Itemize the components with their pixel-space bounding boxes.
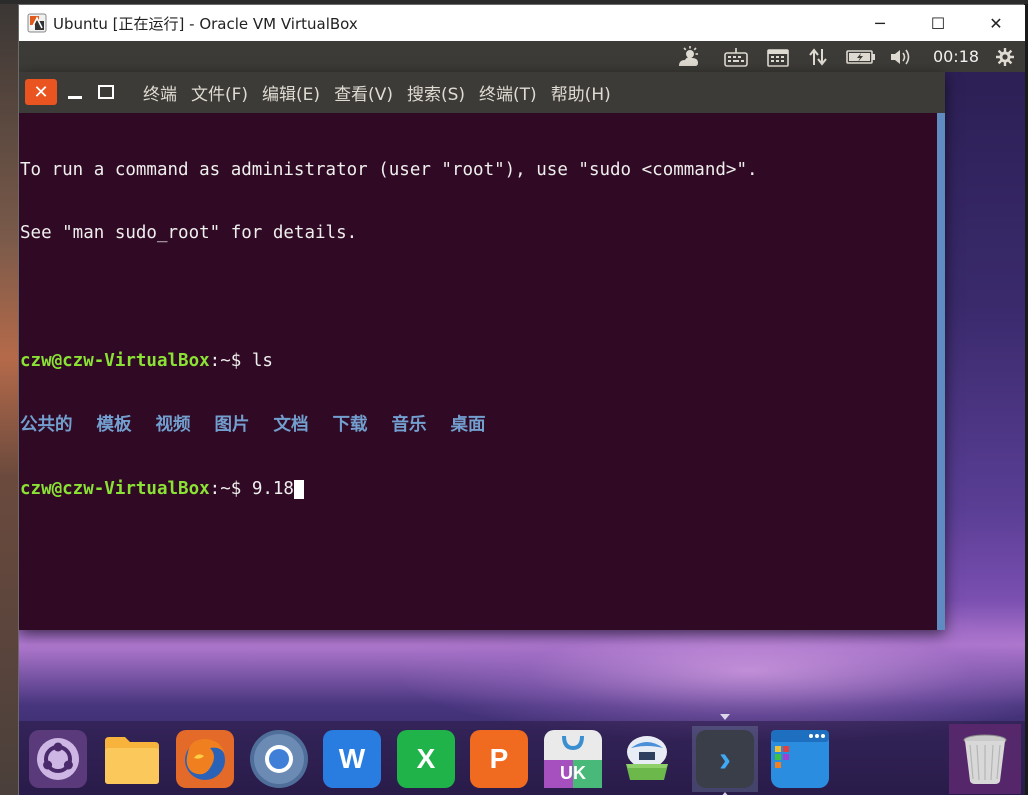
maximize-button[interactable]: ☐ [909,5,967,41]
text-cursor [293,480,304,500]
terminal-icon: › [696,730,754,788]
dock-item-wps-presentation[interactable]: P [466,726,532,792]
dock-item-software-updater[interactable] [614,726,680,792]
dock-item-workspace-switcher[interactable] [767,726,833,792]
network-icon[interactable] [803,41,833,72]
command-text: ls [251,351,273,372]
dock: W X P UK › [19,714,1025,795]
directory-entry: 视频 [155,415,191,436]
workspace-switcher-icon [771,730,829,788]
volume-icon[interactable] [885,41,919,72]
dock-item-wps-spreadsheets[interactable]: X [393,726,459,792]
ubuntu-logo-icon [29,730,87,788]
folder-icon [103,730,161,788]
terminal-menubar: 终端 文件(F) 编辑(E) 查看(V) 搜索(S) 终端(T) 帮助(H) [143,72,625,113]
maximize-icon [98,85,114,99]
close-button[interactable]: ✕ [967,5,1025,41]
dock-item-terminal[interactable]: › [692,714,758,795]
ls-output-line: 公共的 模板 视频 图片 文档 下载 音乐 桌面 [20,415,937,436]
directory-entry: 模板 [96,415,132,436]
guest-screen[interactable]: 00:18 ✕ 终端 文件(F) 编辑(E) 查看(V) 搜索(S) 终端(T)… [19,41,1025,795]
terminal-minimize-button[interactable] [63,79,87,105]
menu-file[interactable]: 文件(F) [191,80,248,105]
wps-spreadsheets-icon: X [397,730,455,788]
minimize-button[interactable]: ─ [851,5,909,41]
dock-item-firefox[interactable] [172,726,238,792]
window-title: Ubuntu [正在运行] - Oracle VM VirtualBox [53,15,358,33]
virtualbox-window: Ubuntu [正在运行] - Oracle VM VirtualBox ─ ☐… [18,4,1025,795]
directory-entry: 图片 [214,415,250,436]
terminal-maximize-button[interactable] [93,79,119,105]
wps-presentation-icon: P [470,730,528,788]
terminal-prompt-glyph: › [719,738,731,779]
dock-item-chromium[interactable] [246,726,312,792]
terminal-output[interactable]: To run a command as administrator (user … [19,113,937,630]
active-indicator-top [720,714,730,720]
trash-icon [956,730,1014,788]
wps-presentation-letter: P [489,743,509,774]
motd-line: See "man sudo_root" for details. [20,223,358,244]
wps-spreadsheets-letter: X [416,743,436,774]
prompt-path: :~$ [209,351,252,372]
calendar-icon[interactable] [761,41,795,72]
minimize-icon: ─ [875,13,885,33]
firefox-icon [176,730,234,788]
prompt-path: :~$ [209,479,252,500]
menu-view[interactable]: 查看(V) [334,80,393,105]
motd-line: To run a command as administrator (user … [20,159,758,180]
maximize-icon: ☐ [930,13,946,33]
settings-gear-icon[interactable] [989,41,1021,72]
weather-icon[interactable] [671,41,707,72]
host-desktop-edge [0,0,18,795]
dock-item-wps-writer[interactable]: W [319,726,385,792]
directory-entry: 音乐 [391,415,427,436]
command-input-text[interactable]: 9.18 [252,479,294,499]
software-updater-icon [618,730,676,788]
terminal-app-title: 终端 [143,85,177,105]
minimize-icon [68,95,82,99]
close-icon: ✕ [989,13,1003,33]
terminal-scrollbar[interactable] [937,113,945,630]
prompt-user-host: czw@czw-VirtualBox [20,351,210,372]
menu-help[interactable]: 帮助(H) [551,80,611,105]
clock[interactable]: 00:18 [927,41,985,72]
directory-entry: 文档 [273,415,309,436]
directory-entry: 桌面 [450,415,486,436]
ubuntu-top-panel: 00:18 [19,41,1025,72]
terminal-close-button[interactable]: ✕ [25,79,57,105]
dock-item-files[interactable] [99,726,165,792]
menu-search[interactable]: 搜索(S) [407,80,465,105]
wps-writer-letter: W [338,743,366,774]
directory-entry: 公共的 [20,415,73,436]
terminal-window[interactable]: ✕ 终端 文件(F) 编辑(E) 查看(V) 搜索(S) 终端(T) 帮助(H) [19,72,945,630]
keyboard-icon[interactable] [719,41,753,72]
scrollbar-thumb[interactable] [937,113,945,630]
wps-writer-icon: W [323,730,381,788]
menu-edit[interactable]: 编辑(E) [262,80,320,105]
directory-entry: 下载 [332,415,368,436]
command-line: czw@czw-VirtualBox:~$ ls [20,351,937,372]
close-icon: ✕ [33,81,49,103]
dock-item-software-center[interactable]: UK [540,726,606,792]
chromium-icon [250,730,308,788]
software-center-label: UK [560,762,586,783]
dock-item-trash[interactable] [949,724,1021,794]
virtualbox-app-icon [27,13,47,33]
prompt-user-host: czw@czw-VirtualBox [20,479,210,500]
software-center-icon: UK [544,730,602,788]
dock-item-ubuntu[interactable] [25,726,91,792]
virtualbox-titlebar[interactable]: Ubuntu [正在运行] - Oracle VM VirtualBox ─ ☐… [19,5,1025,41]
terminal-header[interactable]: ✕ 终端 文件(F) 编辑(E) 查看(V) 搜索(S) 终端(T) 帮助(H) [19,72,945,113]
menu-terminal[interactable]: 终端(T) [479,80,537,105]
command-line-active[interactable]: czw@czw-VirtualBox:~$ 9.18 [20,479,937,500]
battery-icon[interactable] [843,41,879,72]
